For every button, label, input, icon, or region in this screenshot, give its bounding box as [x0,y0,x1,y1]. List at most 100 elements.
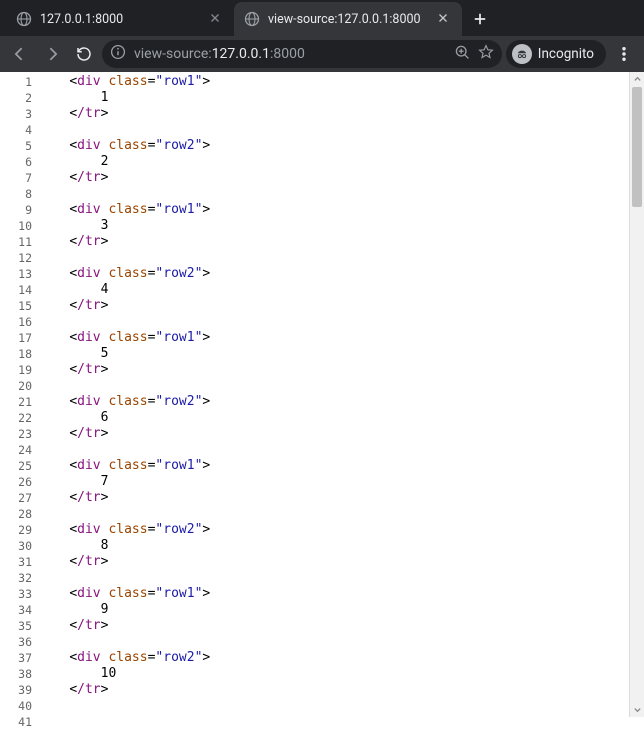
source-line: </tr> [38,490,644,506]
forward-button[interactable] [38,40,66,68]
source-line: </tr> [38,362,644,378]
scroll-down-button[interactable] [630,702,644,717]
line-number: 25 [0,458,32,474]
source-line: </tr> [38,298,644,314]
source-line [38,570,644,586]
line-number: 34 [0,602,32,618]
source-line [38,378,644,394]
line-number: 33 [0,586,32,602]
line-number: 2 [0,90,32,106]
line-number: 28 [0,506,32,522]
line-number: 16 [0,314,32,330]
source-line [38,122,644,138]
source-line: <div class="row1"> [38,202,644,218]
incognito-chip[interactable]: Incognito [506,40,606,68]
source-line: </tr> [38,234,644,250]
line-number: 21 [0,394,32,410]
source-view: 1234567891011121314151617181920212223242… [0,72,644,733]
line-number: 4 [0,122,32,138]
source-line [38,442,644,458]
source-line: 1 [38,90,644,106]
line-number: 39 [0,682,32,698]
reload-button[interactable] [70,40,98,68]
line-number: 32 [0,570,32,586]
line-number: 24 [0,442,32,458]
source-line: <div class="row1"> [38,74,644,90]
back-button[interactable] [6,40,34,68]
line-number: 37 [0,650,32,666]
source-line [38,186,644,202]
source-line: </tr> [38,426,644,442]
line-number: 20 [0,378,32,394]
line-number: 30 [0,538,32,554]
scrollbar-thumb[interactable] [632,87,642,207]
source-line: </tr> [38,618,644,634]
source-line: <div class="row2"> [38,138,644,154]
line-number: 26 [0,474,32,490]
tab-0[interactable]: 127.0.0.1:8000 [6,2,234,36]
source-line: 4 [38,282,644,298]
line-number: 12 [0,250,32,266]
tab-title: 127.0.0.1:8000 [40,12,200,27]
vertical-scrollbar[interactable] [629,72,644,717]
globe-icon [244,11,260,27]
line-number: 5 [0,138,32,154]
line-number: 23 [0,426,32,442]
source-line: <div class="row2"> [38,266,644,282]
tab-title: view-source:127.0.0.1:8000 [268,12,428,27]
source-line: <div class="row1"> [38,330,644,346]
menu-button[interactable] [610,40,638,68]
line-number: 40 [0,698,32,714]
line-number: 14 [0,282,32,298]
source-line [38,314,644,330]
line-number: 8 [0,186,32,202]
omnibox[interactable]: view-source:127.0.0.1:8000 [102,40,502,68]
line-number: 15 [0,298,32,314]
source-line [38,506,644,522]
source-line: <div class="row2"> [38,522,644,538]
line-number: 29 [0,522,32,538]
line-number: 9 [0,202,32,218]
zoom-icon[interactable] [454,44,470,64]
line-number: 41 [0,714,32,730]
globe-icon [16,11,32,27]
source-line: </tr> [38,106,644,122]
new-tab-button[interactable] [466,5,494,33]
source-line: 5 [38,346,644,362]
line-number: 17 [0,330,32,346]
source-line [38,698,644,714]
line-number: 6 [0,154,32,170]
scroll-up-button[interactable] [630,72,644,87]
line-number: 35 [0,618,32,634]
info-icon[interactable] [110,44,126,64]
line-number: 18 [0,346,32,362]
close-icon[interactable] [208,11,224,27]
star-icon[interactable] [478,44,494,64]
toolbar: view-source:127.0.0.1:8000 Incognito [0,36,644,72]
source-line: 9 [38,602,644,618]
source-line: 7 [38,474,644,490]
line-number: 11 [0,234,32,250]
source-line: <div class="row2"> [38,394,644,410]
tab-1[interactable]: view-source:127.0.0.1:8000 [234,2,462,36]
line-number: 22 [0,410,32,426]
incognito-label: Incognito [538,46,594,62]
source-line [38,634,644,650]
source-line: <div class="row1"> [38,586,644,602]
source-code[interactable]: <div class="row1"> 1 </tr> <div class="r… [38,72,644,733]
line-number: 7 [0,170,32,186]
close-icon[interactable] [436,11,452,27]
scrollbar-track[interactable] [630,87,644,702]
line-number: 10 [0,218,32,234]
incognito-icon [512,44,532,64]
line-number: 1 [0,74,32,90]
line-number: 27 [0,490,32,506]
source-line: </tr> [38,554,644,570]
source-line: 3 [38,218,644,234]
source-line: 10 [38,666,644,682]
line-number: 36 [0,634,32,650]
line-number: 31 [0,554,32,570]
source-line: 8 [38,538,644,554]
line-number: 13 [0,266,32,282]
source-line: 6 [38,410,644,426]
